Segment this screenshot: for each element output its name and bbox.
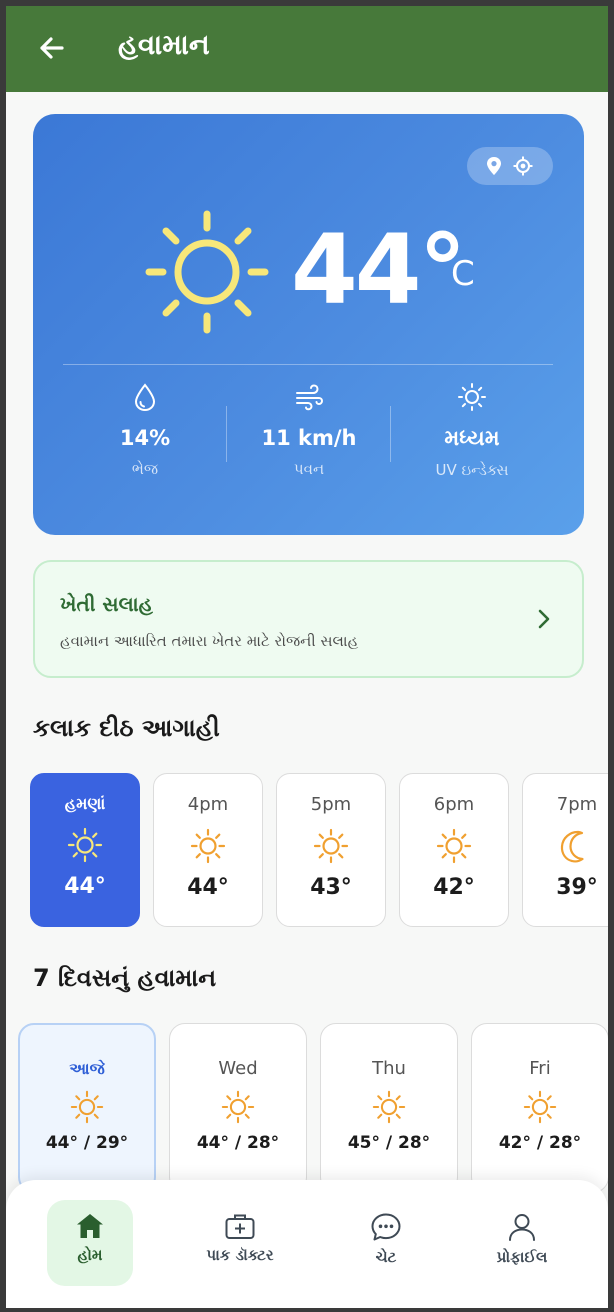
humidity-value: 14% <box>119 426 171 450</box>
day-temperature-range: 44° / 28° <box>196 1133 280 1153</box>
nav-item-chat[interactable]: ચેટ <box>336 1200 436 1286</box>
profile-icon <box>509 1214 535 1241</box>
stat-separator <box>390 406 391 462</box>
page-title: હવામાન <box>118 28 210 61</box>
sun-icon <box>67 827 103 863</box>
chevron-right-icon <box>538 609 550 629</box>
uv-value: મધ્યમ <box>444 426 500 450</box>
advice-title: ખેતી સલાહ <box>60 592 153 616</box>
gps-target-icon <box>513 156 533 176</box>
weekly-forecast-title: 7 દિવસનું હવામાન <box>33 964 217 992</box>
location-pin-icon <box>487 157 501 175</box>
nav-label: ચેટ <box>375 1248 397 1266</box>
uv-icon <box>458 383 486 411</box>
home-icon <box>77 1214 103 1238</box>
wind-icon <box>296 384 324 411</box>
phone-screen: હવામાન 44° C 14% ભેજ 11 km/h પવન મધ્યમ U… <box>6 6 608 1308</box>
nav-item-profile[interactable]: પ્રોફાઈલ <box>472 1200 572 1286</box>
stat-separator <box>226 406 227 462</box>
day-temperature-range: 44° / 29° <box>45 1133 129 1153</box>
location-button[interactable] <box>467 147 553 185</box>
sun-icon <box>372 1090 406 1124</box>
day-temperature-range: 45° / 28° <box>347 1133 431 1153</box>
hour-temperature: 44° <box>64 874 106 899</box>
humidity-label: ભેજ <box>131 460 159 478</box>
wind-label: પવન <box>293 460 325 478</box>
hourly-card[interactable]: 5pm 43° <box>276 773 386 927</box>
daily-card[interactable]: Fri 42° / 28° <box>471 1023 608 1193</box>
hourly-card-now[interactable]: હમણાં 44° <box>30 773 140 927</box>
hour-time: 5pm <box>310 794 352 815</box>
day-name: આજે <box>69 1059 105 1078</box>
humidity-stat: 14% ભેજ <box>65 382 225 478</box>
wind-value: 11 km/h <box>261 426 357 450</box>
sun-icon <box>221 1090 255 1124</box>
sun-icon <box>190 828 226 864</box>
hourly-card[interactable]: 4pm 44° <box>153 773 263 927</box>
sun-icon <box>70 1090 104 1124</box>
day-name: Wed <box>218 1058 258 1079</box>
sun-icon <box>145 210 269 334</box>
nav-item-crop-doctor[interactable]: પાક ડૉક્ટર <box>190 1200 290 1286</box>
nav-item-home[interactable]: હોમ <box>47 1200 133 1286</box>
current-weather-card: 44° C 14% ભેજ 11 km/h પવન મધ્યમ UV ઇન્ડે… <box>33 114 584 535</box>
daily-card-today[interactable]: આજે 44° / 29° <box>18 1023 156 1193</box>
temperature-unit: C <box>451 254 475 294</box>
nav-label: પાક ડૉક્ટર <box>206 1246 274 1264</box>
uv-label: UV ઇન્ડેક્સ <box>435 461 509 479</box>
hourly-card[interactable]: 7pm 39° <box>522 773 608 927</box>
day-name: Fri <box>529 1058 551 1079</box>
hour-temperature: 39° <box>556 875 598 900</box>
app-bar: હવામાન <box>6 6 608 92</box>
medical-kit-icon <box>225 1214 255 1239</box>
farming-advice-card[interactable]: ખેતી સલાહ હવામાન આધારિત તમારા ખેતર માટે … <box>33 560 584 678</box>
day-name: Thu <box>372 1058 406 1079</box>
sun-icon <box>313 828 349 864</box>
sun-icon <box>523 1090 557 1124</box>
advice-subtitle: હવામાન આધારિત તમારા ખેતર માટે રોજની સલાહ <box>60 632 359 650</box>
hour-temperature: 44° <box>187 875 229 900</box>
moon-icon <box>560 830 584 863</box>
hourly-card[interactable]: 6pm 42° <box>399 773 509 927</box>
hour-temperature: 42° <box>433 875 475 900</box>
hour-time: 7pm <box>556 794 598 815</box>
day-temperature-range: 42° / 28° <box>498 1133 582 1153</box>
bottom-navigation: હોમ પાક ડૉક્ટર ચેટ પ્રોફાઈલ <box>6 1180 608 1308</box>
current-temperature: 44° <box>291 214 467 326</box>
daily-card[interactable]: Wed 44° / 28° <box>169 1023 307 1193</box>
nav-label: પ્રોફાઈલ <box>496 1248 548 1266</box>
daily-card[interactable]: Thu 45° / 28° <box>320 1023 458 1193</box>
chat-icon <box>371 1213 401 1241</box>
hour-time: હમણાં <box>64 794 106 813</box>
sun-icon <box>436 828 472 864</box>
humidity-icon <box>134 383 156 412</box>
card-divider <box>63 364 553 365</box>
wind-stat: 11 km/h પવન <box>229 382 389 478</box>
nav-label: હોમ <box>77 1246 103 1264</box>
uv-stat: મધ્યમ UV ઇન્ડેક્સ <box>392 382 552 479</box>
back-arrow-icon[interactable] <box>32 28 72 68</box>
hour-time: 6pm <box>433 794 475 815</box>
hour-temperature: 43° <box>310 875 352 900</box>
hourly-forecast-title: કલાક દીઠ આગાહી <box>33 714 220 742</box>
hour-time: 4pm <box>187 794 229 815</box>
